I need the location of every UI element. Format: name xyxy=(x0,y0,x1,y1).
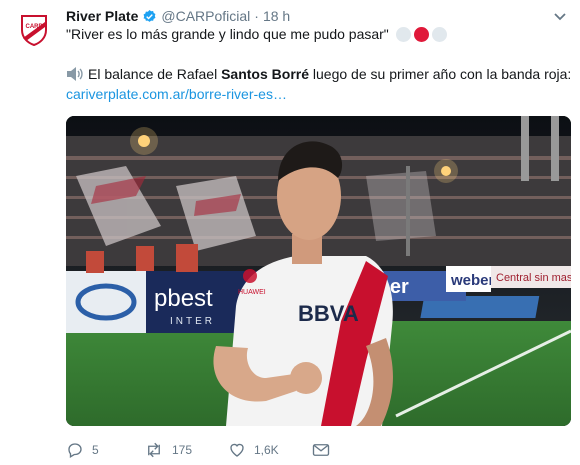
ad-board-text: weber xyxy=(450,272,495,289)
tweet-photo[interactable]: pbest INTER weber weber Central sin mas … xyxy=(66,116,571,426)
chevron-down-icon xyxy=(554,13,566,21)
article-link[interactable]: cariverplate.com.ar/borre-river-es… xyxy=(66,84,287,104)
retweet-button[interactable]: 175 xyxy=(144,441,228,459)
red-circle-emoji-icon xyxy=(413,26,429,42)
shirt-brand-text: HUAWEI xyxy=(238,289,266,296)
reply-icon xyxy=(68,443,82,458)
tweet-actions: 5 175 1,6K xyxy=(66,438,571,462)
balance-text-suffix: luego de su primer año con la banda roja… xyxy=(309,66,572,82)
balance-line: El balance de Rafael Santos Borré luego … xyxy=(66,64,571,84)
white-circle-emoji-icon xyxy=(395,26,411,42)
ad-board-text: pbest xyxy=(154,285,213,312)
river-plate-crest-icon: CARP xyxy=(21,15,47,46)
direct-message-button[interactable] xyxy=(312,442,392,458)
ad-board-text: Central sin mas xyxy=(496,272,571,284)
tweet-text: "River es lo más grande y lindo que me p… xyxy=(66,24,571,104)
quote-text: "River es lo más grande y lindo que me p… xyxy=(66,26,389,42)
tweet-header: River Plate @CARPoficial · 18 h xyxy=(66,7,290,25)
player-name: Santos Borré xyxy=(221,66,310,82)
author-handle[interactable]: @CARPoficial xyxy=(161,8,250,24)
retweet-icon xyxy=(148,442,160,458)
ad-board-text: INTER xyxy=(170,316,215,327)
reply-count: 5 xyxy=(92,443,99,457)
heart-icon xyxy=(230,443,244,457)
envelope-icon xyxy=(312,444,330,456)
avatar[interactable]: CARP xyxy=(14,10,54,50)
like-count: 1,6K xyxy=(254,443,279,457)
like-button[interactable]: 1,6K xyxy=(228,441,312,459)
white-circle-emoji-icon xyxy=(431,26,447,42)
author-name[interactable]: River Plate xyxy=(66,8,138,24)
verified-badge-icon xyxy=(142,9,157,24)
retweet-count: 175 xyxy=(172,443,193,457)
speaker-icon xyxy=(66,66,84,82)
separator-dot: · xyxy=(254,8,259,24)
balance-text-prefix: El balance de Rafael xyxy=(88,66,222,82)
tweet-timestamp[interactable]: 18 h xyxy=(263,8,290,24)
reply-button[interactable]: 5 xyxy=(66,441,144,459)
shirt-sponsor-text: BBVA xyxy=(298,301,359,326)
link-line: cariverplate.com.ar/borre-river-es… xyxy=(66,84,571,104)
quote-line: "River es lo más grande y lindo que me p… xyxy=(66,24,571,44)
tweet-menu-button[interactable] xyxy=(552,8,568,24)
svg-text:CARP: CARP xyxy=(25,24,42,30)
